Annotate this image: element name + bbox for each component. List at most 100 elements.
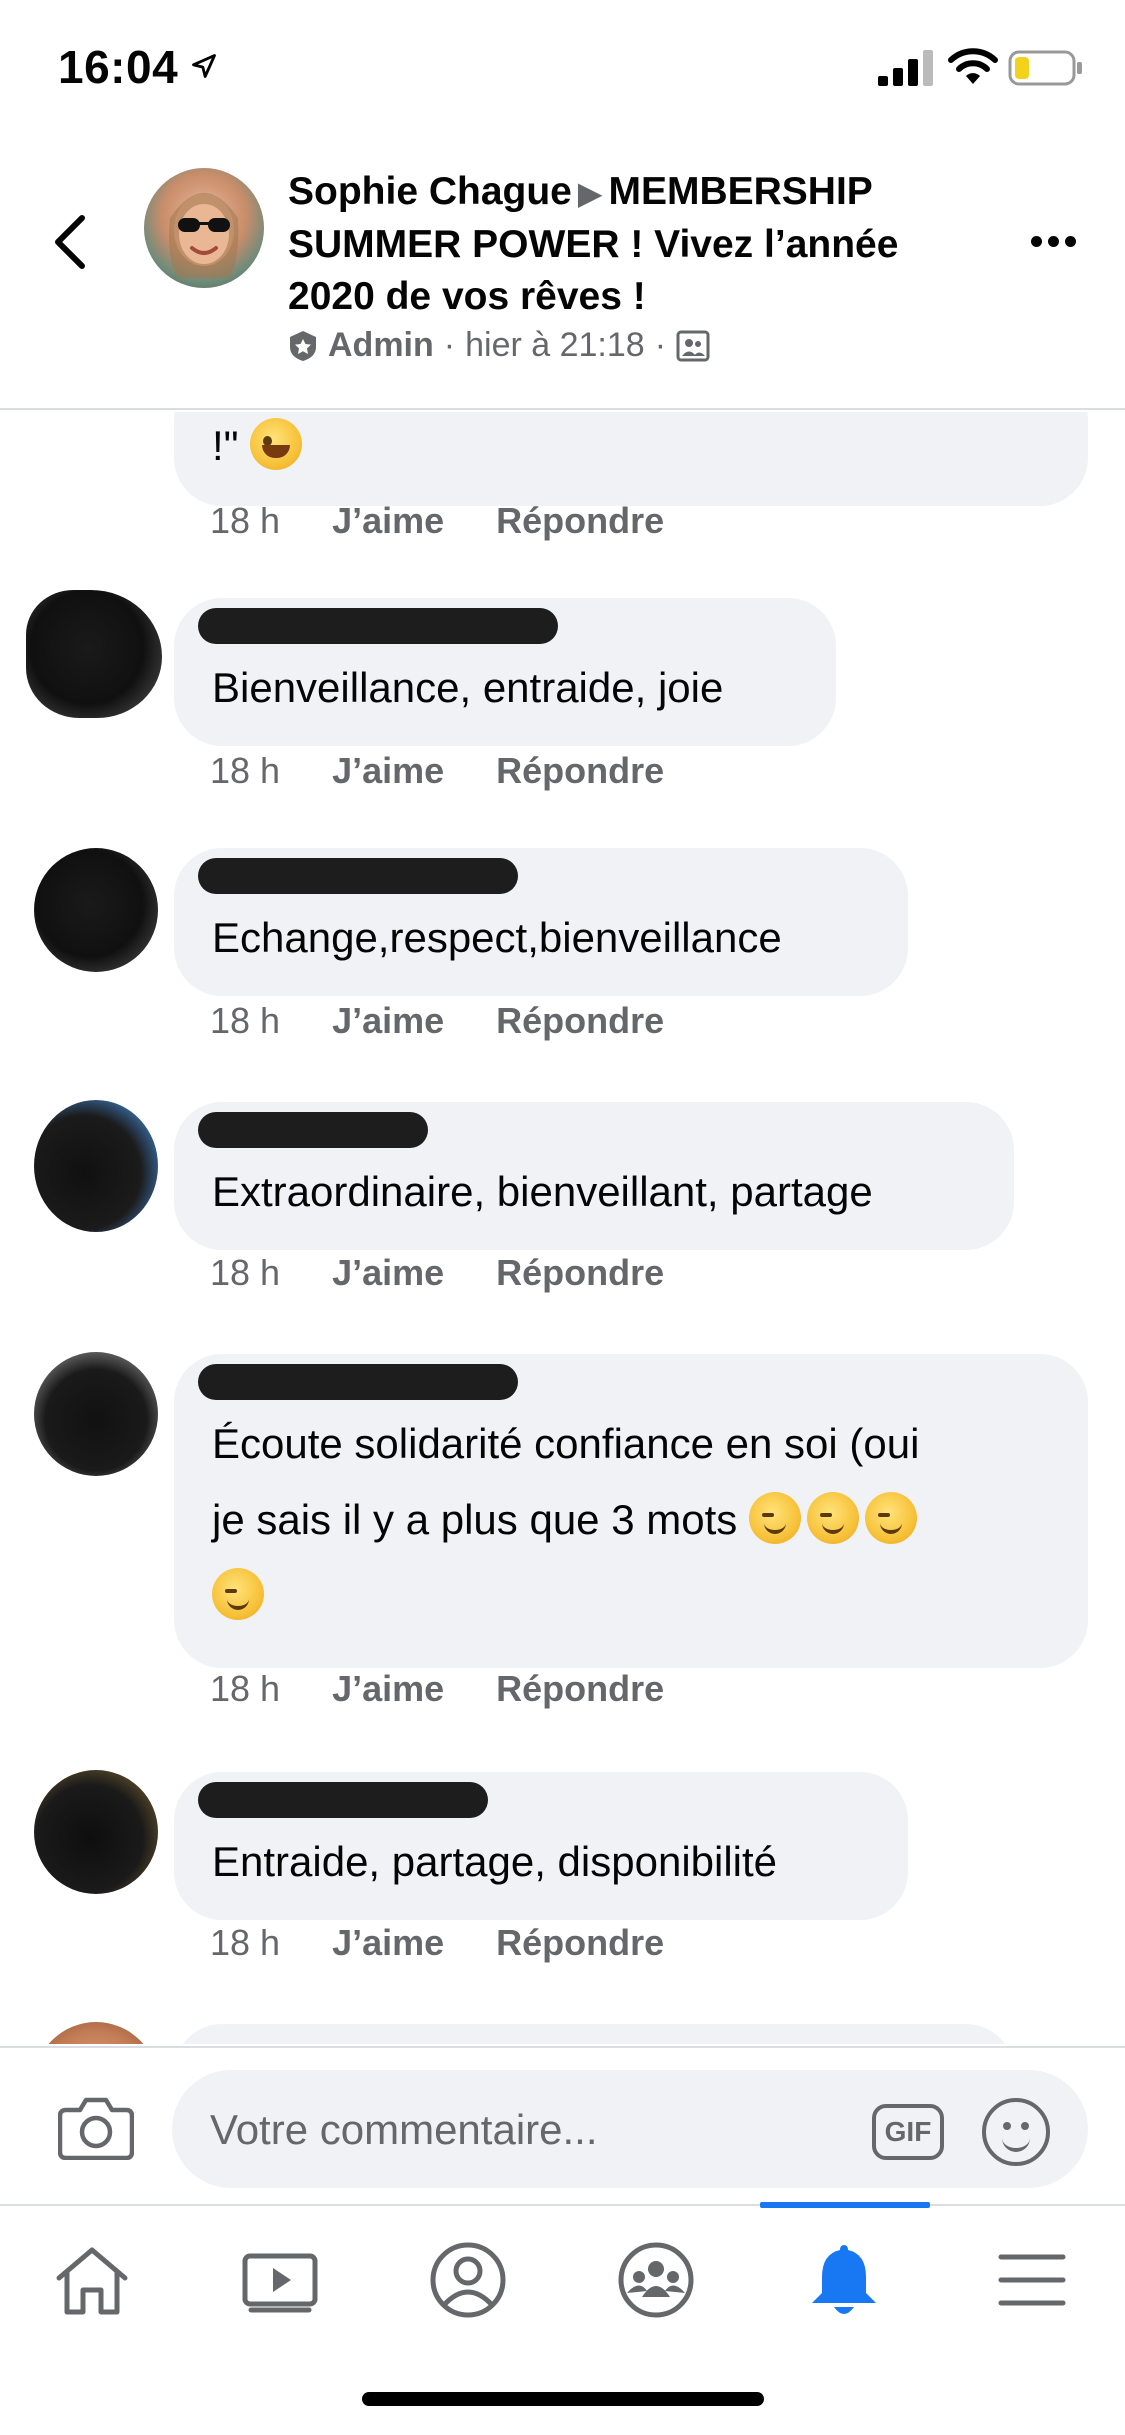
comment-time[interactable]: 18 h: [210, 1668, 280, 1710]
home-icon: [56, 2247, 128, 2315]
more-dot: [1030, 235, 1042, 247]
home-indicator: [362, 2392, 764, 2406]
comment-text: !": [212, 412, 308, 484]
commenter-name[interactable]: [198, 848, 870, 900]
gif-button[interactable]: GIF: [872, 2104, 944, 2160]
like-button[interactable]: J’aime: [332, 1668, 444, 1710]
comment-bubble[interactable]: !": [174, 412, 1088, 506]
comment-bubble[interactable]: [174, 2024, 1014, 2044]
reply-button[interactable]: Répondre: [496, 750, 664, 792]
comment-time[interactable]: 18 h: [210, 500, 280, 542]
more-options-button[interactable]: [1020, 216, 1086, 266]
camera-button[interactable]: [57, 2096, 135, 2161]
comment-bubble[interactable]: Bienveillance, entraide, joie: [174, 598, 836, 746]
comment-time[interactable]: 18 h: [210, 750, 280, 792]
comment-text: Écoute solidarité confiance en soi (oui …: [212, 1406, 1050, 1634]
comment-text-content: !": [212, 422, 239, 469]
like-button[interactable]: J’aime: [332, 1922, 444, 1964]
reply-button[interactable]: Répondre: [496, 1000, 664, 1042]
author-name[interactable]: Sophie Chague: [288, 170, 572, 213]
winking-face-emoji: [806, 1492, 859, 1544]
separator-arrow: ▶: [577, 175, 603, 211]
commenter-avatar[interactable]: [34, 1100, 158, 1232]
redacted-name: [198, 1112, 428, 1148]
active-tab-indicator: [760, 2202, 930, 2208]
menu-icon: [998, 2254, 1066, 2306]
reply-button[interactable]: Répondre: [496, 500, 664, 542]
comment-text-line: Écoute solidarité confiance en soi (oui: [212, 1420, 920, 1467]
comment-text: Bienveillance, entraide, joie: [212, 664, 724, 711]
profile-icon: [430, 2242, 506, 2318]
comment-text: Entraide, partage, disponibilité: [212, 1838, 778, 1885]
comment-text-line: je sais il y a plus que 3 mots: [212, 1482, 1050, 1558]
comment-time[interactable]: 18 h: [210, 1000, 280, 1042]
reply-button[interactable]: Répondre: [496, 1668, 664, 1710]
comment-input-placeholder: Votre commentaire...: [210, 2106, 598, 2153]
comment-bubble[interactable]: Extraordinaire, bienveillant, partage: [174, 1102, 1014, 1250]
emoji-picker-icon[interactable]: [982, 2098, 1050, 2166]
chevron-left-icon: [55, 215, 85, 269]
post-title[interactable]: Sophie Chague ▶ MEMBERSHIP SUMMER POWER ! …: [288, 166, 978, 323]
like-button[interactable]: J’aime: [332, 500, 444, 542]
commenter-avatar[interactable]: [34, 848, 158, 972]
commenter-avatar[interactable]: [34, 1352, 158, 1476]
comment-input[interactable]: Votre commentaire... GIF: [172, 2070, 1088, 2188]
comments-list[interactable]: !" 18 h J’aime Répondre Bienveillance, e…: [0, 412, 1125, 2044]
meta-dot: ·: [654, 326, 667, 364]
winking-face-emoji: [212, 1568, 264, 1620]
reply-button[interactable]: Répondre: [496, 1922, 664, 1964]
redacted-name: [198, 608, 558, 644]
tab-notifications[interactable]: [794, 2230, 894, 2330]
comment-time[interactable]: 18 h: [210, 1252, 280, 1294]
tab-watch[interactable]: [230, 2230, 330, 2330]
commenter-name[interactable]: [198, 1772, 870, 1824]
back-button[interactable]: [40, 202, 100, 282]
status-time: 16:04: [58, 41, 179, 93]
post-meta: Admin · hier à 21:18 ·: [288, 326, 710, 365]
tab-profile[interactable]: [418, 2230, 518, 2330]
location-arrow-icon: [192, 54, 216, 78]
more-dot: [1047, 235, 1059, 247]
more-dot: [1064, 235, 1076, 247]
commenter-avatar[interactable]: [34, 2022, 158, 2044]
laughing-tears-emoji: [250, 418, 303, 470]
comment-text: Echange,respect,bienveillance: [212, 914, 782, 961]
reply-button[interactable]: Répondre: [496, 1252, 664, 1294]
redacted-name: [198, 858, 518, 894]
post-header: Sophie Chague ▶ MEMBERSHIP SUMMER POWER ! …: [0, 140, 1125, 410]
commenter-name[interactable]: [198, 598, 798, 650]
wifi-icon: [948, 48, 998, 84]
meta-dot: ·: [443, 326, 456, 364]
commenter-avatar[interactable]: [26, 590, 162, 718]
tab-groups[interactable]: [606, 2230, 706, 2330]
comment-actions: 18 h J’aime Répondre: [210, 1668, 664, 1710]
comment-actions: 18 h J’aime Répondre: [210, 1000, 664, 1042]
status-bar: 16:04: [0, 0, 1125, 140]
comment-bubble[interactable]: Entraide, partage, disponibilité: [174, 1772, 908, 1920]
author-photo: [169, 193, 239, 278]
group-audience-icon: [676, 330, 710, 361]
groups-icon: [618, 2242, 694, 2318]
comment-text-content: je sais il y a plus que 3 mots: [212, 1496, 738, 1543]
commenter-avatar[interactable]: [34, 1770, 158, 1894]
author-avatar[interactable]: [144, 168, 264, 288]
post-timestamp[interactable]: hier à 21:18: [465, 326, 645, 365]
commenter-name[interactable]: [198, 1354, 1050, 1406]
comment-bubble[interactable]: Écoute solidarité confiance en soi (oui …: [174, 1354, 1088, 1668]
like-button[interactable]: J’aime: [332, 1000, 444, 1042]
redacted-name: [198, 1364, 518, 1400]
commenter-name[interactable]: [198, 1102, 976, 1154]
tab-home[interactable]: [42, 2230, 142, 2330]
like-button[interactable]: J’aime: [332, 750, 444, 792]
comment-actions: 18 h J’aime Répondre: [210, 1252, 664, 1294]
comment-bubble[interactable]: Echange,respect,bienveillance: [174, 848, 908, 996]
comment-text: Extraordinaire, bienveillant, partage: [212, 1168, 873, 1215]
winking-face-emoji: [748, 1492, 801, 1544]
camera-icon: [57, 2097, 135, 2161]
comment-time[interactable]: 18 h: [210, 1922, 280, 1964]
like-button[interactable]: J’aime: [332, 1252, 444, 1294]
comment-text-line: [212, 1558, 1050, 1634]
comment-composer: Votre commentaire... GIF: [0, 2046, 1125, 2202]
admin-badge-icon: [290, 330, 316, 361]
tab-menu[interactable]: [982, 2230, 1082, 2330]
